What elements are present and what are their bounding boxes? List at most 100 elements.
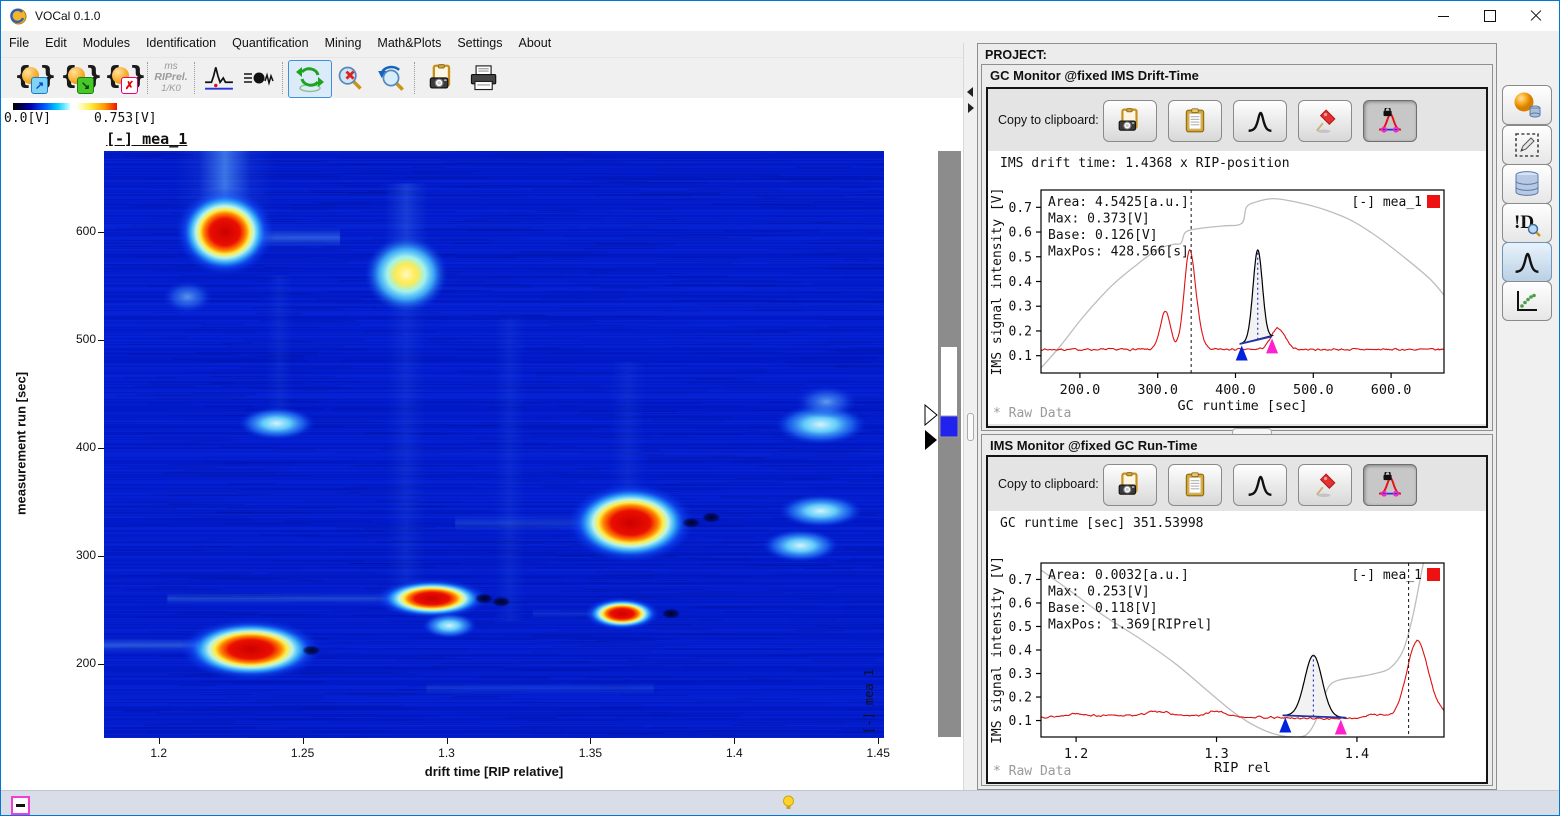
collapse-right-icon[interactable] [968, 103, 974, 113]
tick-mark [302, 738, 304, 744]
svg-text:300.0: 300.0 [1137, 382, 1178, 398]
menu-about[interactable]: About [511, 33, 560, 53]
minimize-icon [1438, 16, 1449, 17]
ims-copy-peak-button[interactable] [1233, 464, 1287, 506]
status-bar [1, 790, 1559, 815]
refresh-view-button[interactable] [288, 60, 332, 98]
tick-label: 1.45 [866, 746, 890, 760]
menu-edit[interactable]: Edit [37, 33, 75, 53]
tick-label: 400 [75, 440, 96, 455]
vocal-window: VOCal 0.1.0 File Edit Modules Identificatio… [0, 0, 1560, 816]
ims-monitor-group: IMS Monitor @fixed GC Run-Time Copy to c… [981, 434, 1493, 786]
slider-track[interactable] [938, 151, 961, 737]
menu-math-plots[interactable]: Math&Plots [369, 33, 449, 53]
app-icon [10, 8, 27, 25]
tab-calibration[interactable] [1502, 281, 1552, 321]
gc-copy-label: Copy to clipboard: [998, 113, 1099, 127]
gc-ims-heatmap[interactable] [104, 151, 884, 738]
signal-smoothing-button[interactable] [238, 60, 280, 96]
menu-identification[interactable]: Identification [138, 33, 224, 53]
zoom-undo-button[interactable] [370, 60, 412, 96]
arrow-up-right-icon: ↗ [31, 77, 48, 94]
tab-monitor-view[interactable] [1502, 242, 1552, 282]
tab-database[interactable] [1502, 164, 1552, 204]
module-tab-strip: !D [1498, 43, 1559, 790]
svg-text:IMS signal intensity [V]: IMS signal intensity [V] [990, 188, 1005, 376]
tab-annotate[interactable] [1502, 125, 1552, 165]
close-button[interactable] [1514, 1, 1559, 31]
tick-label: 1.35 [578, 746, 603, 760]
camera-clipboard-icon [1118, 108, 1138, 132]
gc-monitor-box: Copy to clipboard: IMS drift time: 1.436… [986, 87, 1488, 428]
gc-pin-button[interactable] [1298, 100, 1352, 142]
camera-clipboard-icon [429, 64, 451, 90]
splitter-grip[interactable] [967, 413, 974, 441]
maximize-button[interactable] [1468, 1, 1513, 31]
upper-range-marker[interactable] [924, 403, 938, 427]
gc-copy-data-button[interactable] [1168, 100, 1222, 142]
peak-icon [1247, 475, 1273, 496]
main-toolbar: {} ↗ {} ↘ {} ✗ ms RIPrel. 1/K0 [1, 57, 963, 100]
gc-chromatogram-plot[interactable]: 0.1 0.2 0.3 0.4 0.5 0.6 0.7 200.0 300.0 400.0 500.… [988, 151, 1486, 424]
menu-modules[interactable]: Modules [75, 33, 138, 53]
svg-text:0.5: 0.5 [1009, 620, 1032, 635]
import-measurement-button[interactable]: {} ↘ [59, 60, 103, 96]
heatmap-y-axis-label: measurement run [sec] [13, 371, 29, 516]
remove-measurement-button[interactable]: {} ✗ [103, 60, 147, 96]
gc-plot-area[interactable]: IMS drift time: 1.4368 x RIP-position 0.… [988, 151, 1486, 424]
spectrum-view-button[interactable] [198, 60, 240, 96]
svg-text:0.6: 0.6 [1009, 596, 1032, 611]
ims-copy-image-button[interactable] [1103, 464, 1157, 506]
ims-gc-runtime-info: GC runtime [sec] 351.53998 [1000, 516, 1204, 531]
zoom-cancel-button[interactable] [329, 60, 371, 96]
delete-x-icon: ✗ [121, 77, 138, 94]
svg-text:[-] mea_1: [-] mea_1 [1352, 195, 1422, 210]
minimize-button[interactable] [1422, 1, 1467, 31]
svg-text:0.3: 0.3 [1009, 300, 1032, 315]
svg-text:[-] mea_1: [-] mea_1 [1352, 568, 1422, 583]
screenshot-clipboard-button[interactable] [421, 60, 463, 96]
ims-spectrum-plot[interactable]: 0.10.20.30.40.50.60.71.2 1.3 1.4RIP relIMS… [988, 511, 1486, 782]
print-button[interactable] [462, 60, 504, 96]
menu-settings[interactable]: Settings [449, 33, 510, 53]
menu-quantification[interactable]: Quantification [224, 33, 316, 53]
svg-text:MaxPos: 428.566[s]: MaxPos: 428.566[s] [1048, 245, 1189, 260]
ims-pin-button[interactable] [1298, 464, 1352, 506]
gc-copy-image-button[interactable] [1103, 100, 1157, 142]
gc-lock-peak-button[interactable] [1363, 100, 1417, 142]
tick-label: 1.4 [725, 746, 743, 760]
gc-drift-time-info: IMS drift time: 1.4368 x RIP-position [1000, 156, 1290, 171]
lower-range-marker[interactable] [925, 430, 937, 450]
run-position-slider[interactable] [921, 149, 965, 741]
maximize-icon [1484, 10, 1496, 22]
svg-text:1.4: 1.4 [1345, 746, 1369, 762]
menu-file[interactable]: File [1, 33, 37, 53]
svg-text:Max: 0.373[V]: Max: 0.373[V] [1048, 212, 1150, 227]
tab-identification[interactable]: !D [1502, 203, 1552, 243]
svg-text:1.2: 1.2 [1064, 746, 1088, 762]
svg-text:Base: 0.118[V]: Base: 0.118[V] [1048, 601, 1158, 616]
collapse-left-icon[interactable] [967, 87, 973, 97]
svg-text:0.5: 0.5 [1009, 250, 1032, 265]
pushpin-icon [1315, 473, 1336, 498]
ims-copy-data-button[interactable] [1168, 464, 1222, 506]
printer-icon [470, 65, 497, 91]
export-measurement-button[interactable]: {} ↗ [13, 60, 57, 96]
gc-copy-peak-button[interactable] [1233, 100, 1287, 142]
ims-plot-area[interactable]: GC runtime [sec] 351.53998 0.1 0.2 0.3 0.4 0… [988, 511, 1486, 782]
ims-raw-data-label: * Raw Data [993, 764, 1072, 779]
lock-peak-icon [1378, 108, 1402, 133]
peak-icon [1514, 252, 1540, 273]
status-minus-icon[interactable] [11, 796, 30, 815]
menu-mining[interactable]: Mining [317, 33, 370, 53]
camera-clipboard-icon [1118, 472, 1138, 496]
panel-splitter[interactable] [963, 43, 978, 790]
svg-text:0.7: 0.7 [1009, 573, 1032, 588]
slider-handle[interactable] [939, 415, 959, 438]
svg-text:200.0: 200.0 [1060, 382, 1101, 398]
window-title: VOCal 0.1.0 [35, 9, 101, 23]
tick-label: 1.2 [150, 746, 168, 760]
clipboard-icon [1185, 472, 1205, 497]
ims-lock-peak-button[interactable] [1363, 464, 1417, 506]
tab-project-data[interactable] [1502, 85, 1552, 125]
